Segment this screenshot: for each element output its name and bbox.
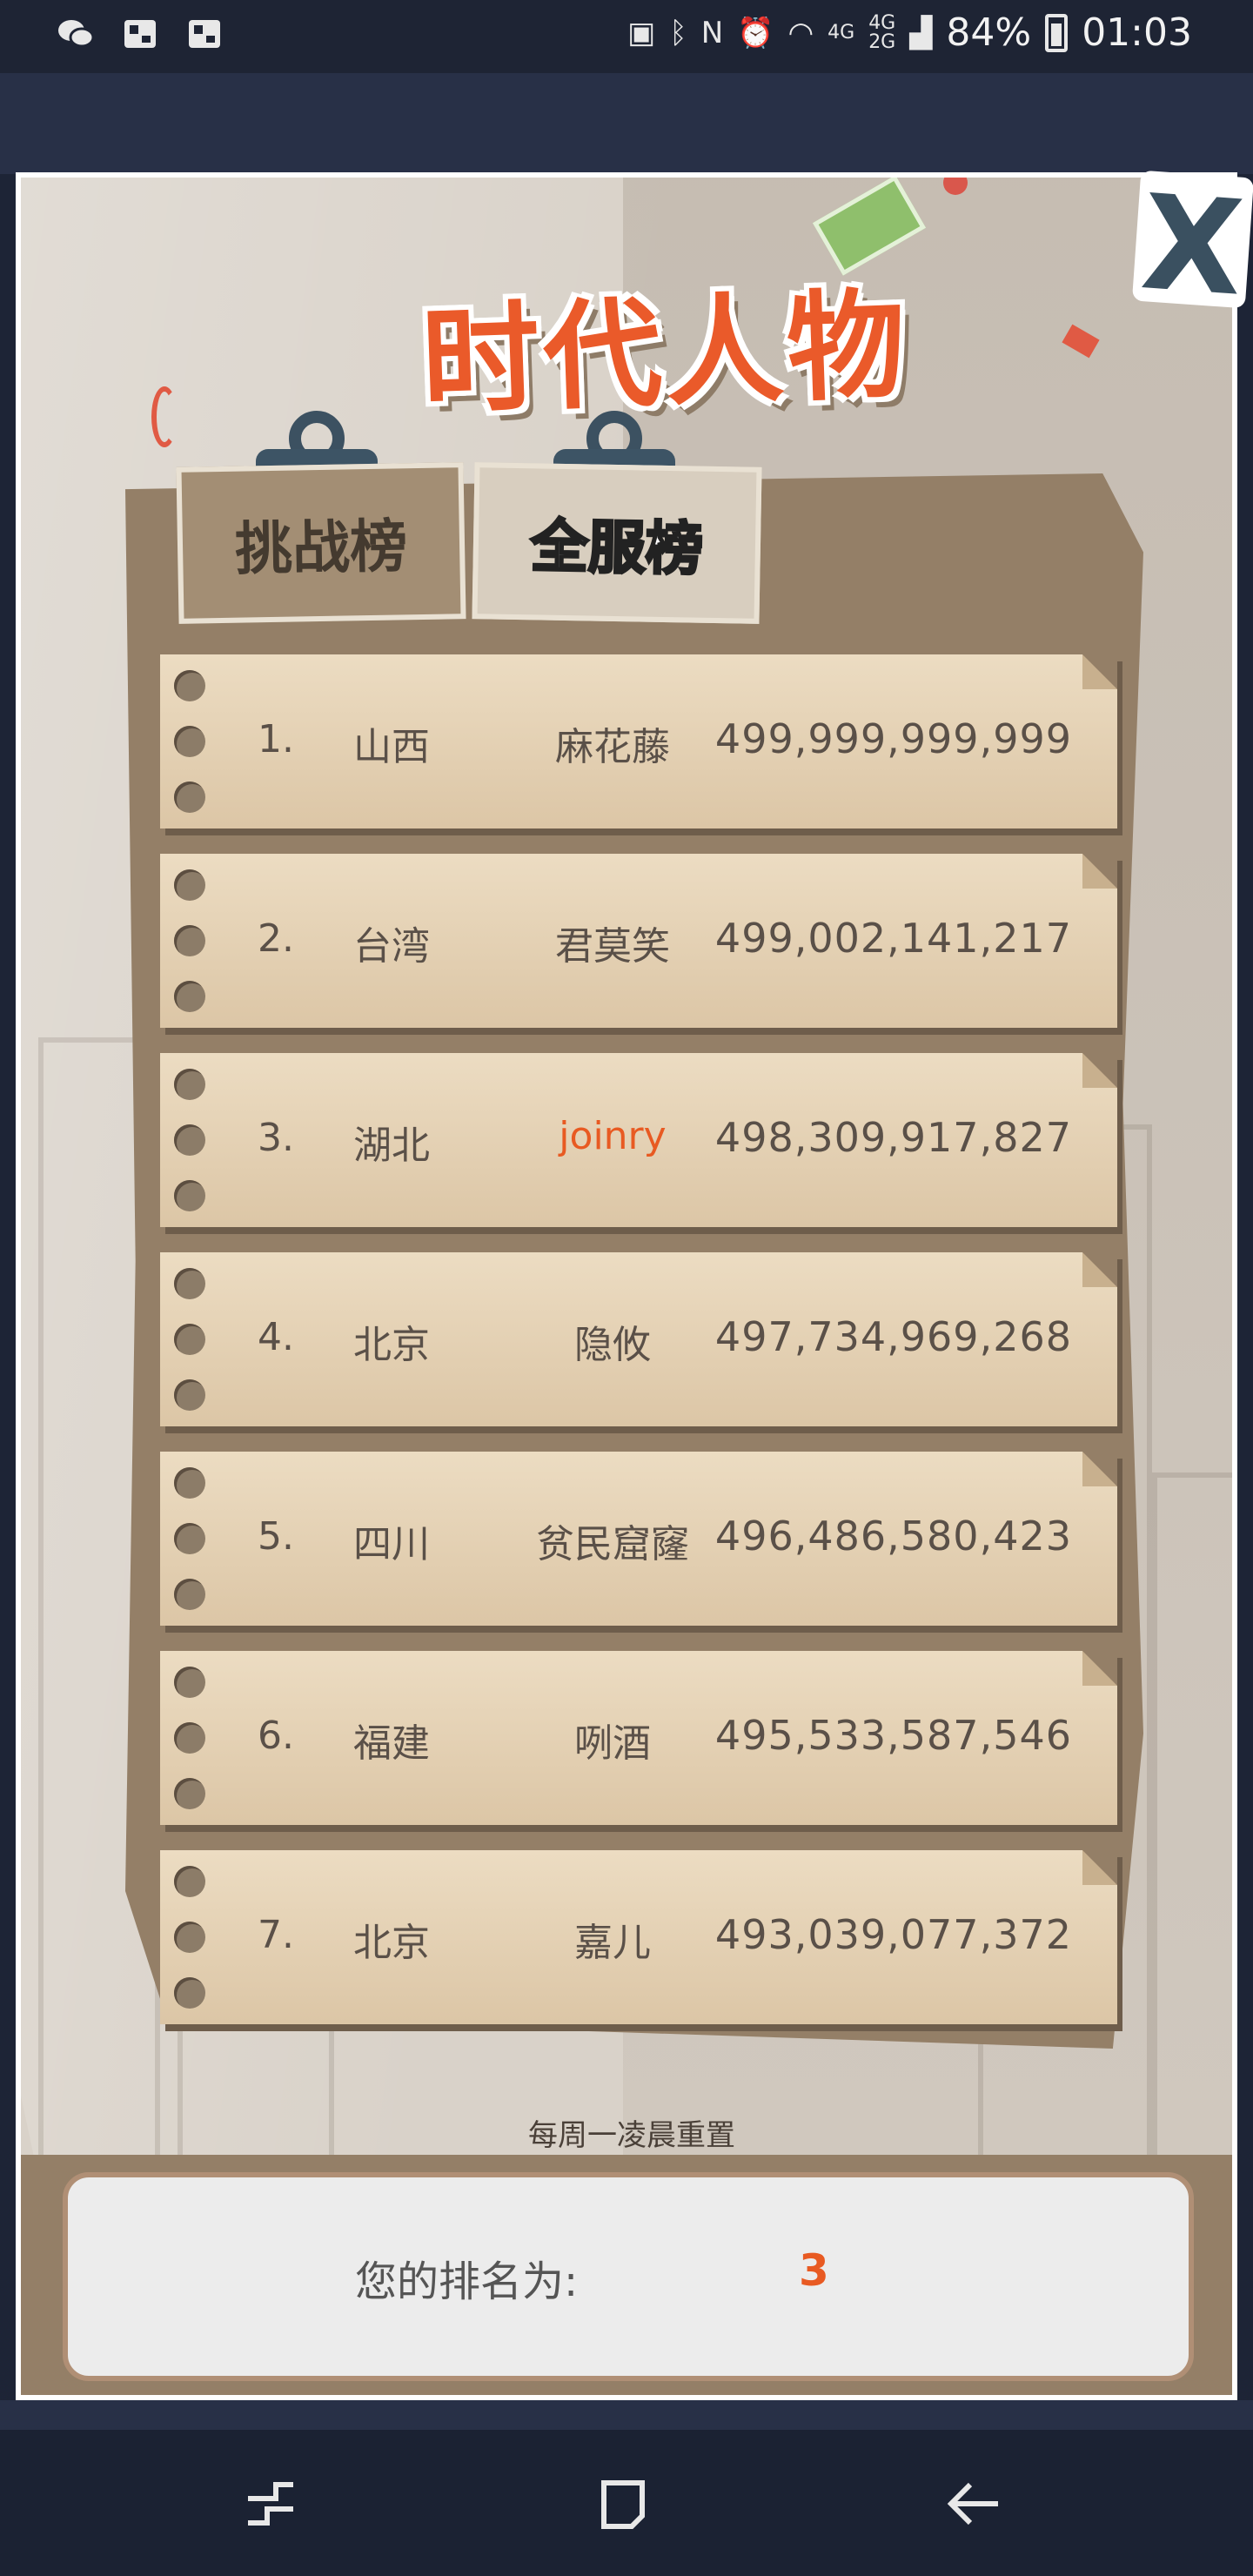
score: 493,039,077,372 xyxy=(714,1911,1072,1958)
my-rank-card: 您的排名为: 3 xyxy=(63,2172,1194,2381)
network-type-2: 4G 2G xyxy=(868,11,896,53)
screen: ▣ ᛒ Ν ⏰ ◠ 4G 4G 2G ▟ 84% 01:03 时代人物 挑战榜 … xyxy=(0,0,1253,2576)
rank-number: 2. xyxy=(258,916,294,961)
score: 499,002,141,217 xyxy=(714,915,1072,962)
province: 四川 xyxy=(353,1522,430,1566)
province: 山西 xyxy=(353,725,430,769)
system-status: ▣ ᛒ Ν ⏰ ◠ 4G 4G 2G ▟ 84% 01:03 xyxy=(627,10,1192,55)
rank-number: 5. xyxy=(258,1514,294,1559)
list-item: 6. 福建 咧酒 495,533,587,546 xyxy=(160,1651,1117,1825)
province: 北京 xyxy=(353,1323,430,1367)
nfc-icon: Ν xyxy=(700,15,724,50)
province: 北京 xyxy=(353,1921,430,1965)
wifi-icon: ◠ xyxy=(787,15,814,50)
close-icon: X xyxy=(1136,167,1249,325)
my-rank-value: 3 xyxy=(799,2245,829,2296)
rank-number: 1. xyxy=(258,717,294,761)
player-name: 君莫笑 xyxy=(555,924,670,969)
list-item: 5. 四川 贫民窟窿 496,486,580,423 xyxy=(160,1452,1117,1626)
score: 496,486,580,423 xyxy=(714,1513,1072,1560)
province: 福建 xyxy=(353,1721,430,1766)
wechat-icon xyxy=(56,14,96,54)
player-name: 咧酒 xyxy=(574,1721,651,1766)
recent-apps-icon[interactable] xyxy=(219,2465,324,2543)
home-icon[interactable] xyxy=(571,2465,675,2543)
list-item: 4. 北京 隐攸 497,734,969,268 xyxy=(160,1252,1117,1426)
battery-icon xyxy=(1045,13,1069,52)
score: 499,999,999,999 xyxy=(714,715,1072,762)
leaderboard-panel: 时代人物 挑战榜 全服榜 1. 山西 麻花藤 499,999,999,999 2 xyxy=(16,172,1237,2400)
game-top-band xyxy=(0,73,1253,174)
notification-icons xyxy=(56,14,224,54)
image-icon-2 xyxy=(184,14,224,54)
score: 495,533,587,546 xyxy=(714,1712,1072,1759)
close-button[interactable]: X xyxy=(1131,167,1253,325)
player-name: 隐攸 xyxy=(574,1323,651,1367)
tab-server[interactable]: 全服榜 xyxy=(472,462,762,624)
province: 台湾 xyxy=(353,924,430,969)
tab-server-label: 全服榜 xyxy=(529,512,705,584)
navigation-bar xyxy=(0,2430,1253,2576)
player-name-self: joinry xyxy=(559,1114,667,1158)
rank-number: 3. xyxy=(258,1116,294,1160)
list-item: 2. 台湾 君莫笑 499,002,141,217 xyxy=(160,854,1117,1028)
score: 498,309,917,827 xyxy=(714,1114,1072,1161)
player-name: 麻花藤 xyxy=(555,725,670,769)
score: 497,734,969,268 xyxy=(714,1313,1072,1360)
province: 湖北 xyxy=(353,1124,430,1168)
player-name: 贫民窟窿 xyxy=(536,1522,689,1566)
rank-number: 7. xyxy=(258,1913,294,1957)
game-bottom-band xyxy=(0,2400,1253,2430)
my-rank-label: 您的排名为: xyxy=(355,2257,579,2306)
leaderboard-list: 1. 山西 麻花藤 499,999,999,999 2. 台湾 君莫笑 499,… xyxy=(160,654,1117,2049)
battery-saver-icon: ▣ xyxy=(627,15,656,50)
page-title: 时代人物 xyxy=(419,276,912,432)
list-item: 3. 湖北 joinry 498,309,917,827 xyxy=(160,1053,1117,1227)
network-type: 4G xyxy=(828,21,855,44)
my-rank-box: 您的排名为: 3 xyxy=(21,2155,1232,2395)
bluetooth-icon: ᛒ xyxy=(669,15,687,50)
tab-challenge[interactable]: 挑战榜 xyxy=(176,462,466,624)
image-icon xyxy=(120,14,160,54)
rank-number: 4. xyxy=(258,1315,294,1359)
status-bar: ▣ ᛒ Ν ⏰ ◠ 4G 4G 2G ▟ 84% 01:03 xyxy=(0,0,1253,73)
tab-challenge-label: 挑战榜 xyxy=(234,513,408,583)
player-name: 嘉儿 xyxy=(574,1921,651,1965)
list-item: 7. 北京 嘉儿 493,039,077,372 xyxy=(160,1850,1117,2024)
clock: 01:03 xyxy=(1082,10,1192,55)
title-banner: 时代人物 xyxy=(401,265,928,431)
reset-note: 每周一凌晨重置 xyxy=(528,2118,735,2153)
back-icon[interactable] xyxy=(922,2465,1027,2543)
rank-number: 6. xyxy=(258,1714,294,1758)
signal-icon: ▟ xyxy=(909,15,933,50)
list-item: 1. 山西 麻花藤 499,999,999,999 xyxy=(160,654,1117,828)
battery-percent: 84% xyxy=(946,10,1032,55)
alarm-icon: ⏰ xyxy=(737,15,774,50)
confetti-decoration-3 xyxy=(151,386,178,447)
